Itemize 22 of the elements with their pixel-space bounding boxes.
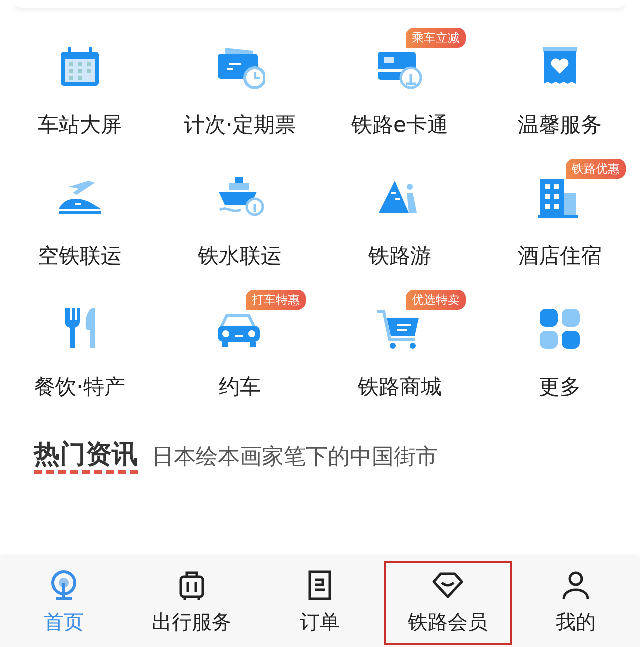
tab-item[interactable]: 出行服务 bbox=[128, 561, 256, 645]
service-label[interactable]: 更多 bbox=[539, 372, 581, 404]
tab-item[interactable]: 铁路会员 bbox=[384, 561, 512, 645]
news-heading: 热门资讯 bbox=[34, 441, 138, 474]
news-headline[interactable]: 日本绘本画家笔下的中国街市 bbox=[152, 441, 438, 474]
service-label[interactable]: 餐饮·特产 bbox=[34, 372, 126, 404]
promo-tag: 乘车立减 bbox=[406, 28, 466, 48]
service-label[interactable]: 铁路e卡通 bbox=[352, 110, 448, 142]
service-label[interactable]: 计次·定期票 bbox=[184, 110, 296, 142]
promo-tag: 铁路优惠 bbox=[566, 159, 626, 179]
promo-tag: 打车特惠 bbox=[246, 290, 306, 310]
service-label[interactable]: 铁路商城 bbox=[358, 372, 442, 404]
tab-item[interactable]: 订单 bbox=[256, 561, 384, 645]
service-label[interactable]: 酒店住宿 bbox=[518, 241, 602, 272]
service-label[interactable]: 空铁联运 bbox=[38, 241, 122, 272]
service-label[interactable]: 铁路游 bbox=[368, 241, 432, 272]
service-label[interactable]: 约车 bbox=[219, 372, 261, 404]
service-label[interactable]: 温馨服务 bbox=[518, 110, 602, 142]
service-label[interactable]: 车站大屏 bbox=[38, 110, 122, 142]
service-label[interactable]: 铁水联运 bbox=[198, 241, 282, 272]
tab-item[interactable]: 我的 bbox=[512, 561, 640, 645]
promo-tag: 优选特卖 bbox=[406, 290, 466, 310]
